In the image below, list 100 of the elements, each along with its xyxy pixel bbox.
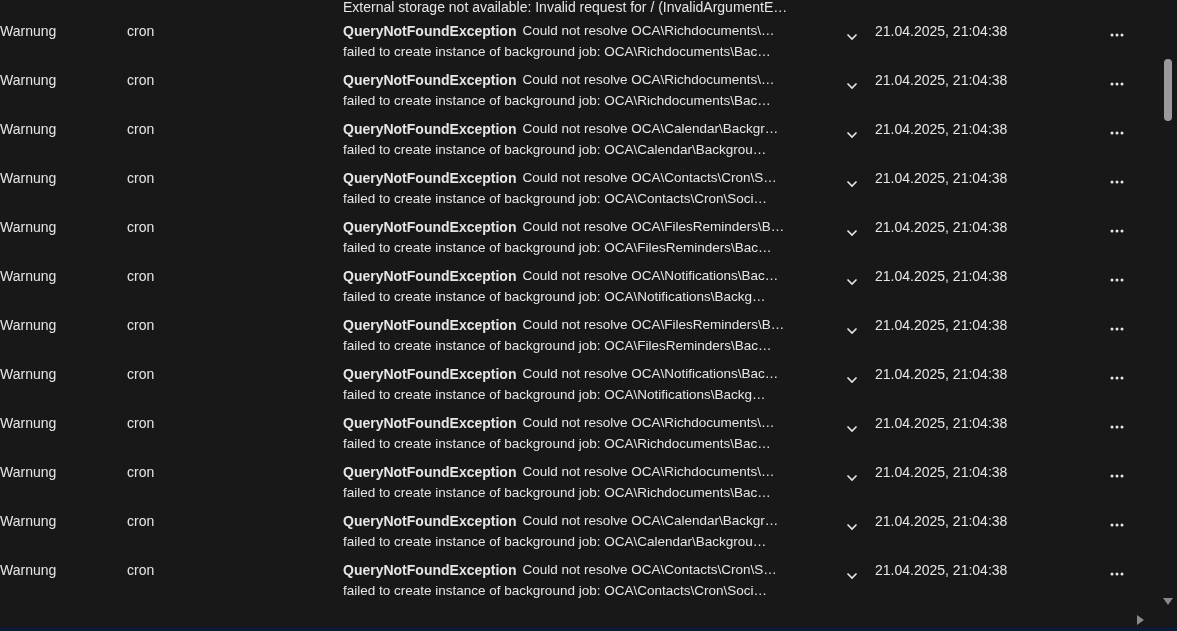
chevron-down-icon (846, 278, 858, 286)
log-message: Could not resolve OCA\Richdocuments\… (522, 463, 775, 481)
log-detail: failed to create instance of background job: OCA\Notifications\Backg… (343, 288, 767, 306)
log-app: cron (127, 22, 156, 41)
log-time: 21.04.2025, 21:04:38 (875, 316, 1009, 335)
log-app: cron (127, 218, 156, 237)
log-level: Warnung (0, 365, 58, 384)
chevron-down-icon (846, 523, 858, 531)
more-icon (1110, 572, 1124, 576)
log-message: Could not resolve OCA\Contacts\Cron\S… (522, 561, 777, 579)
more-icon (1110, 327, 1124, 331)
log-time: 21.04.2025, 21:04:38 (875, 218, 1009, 237)
log-app: cron (127, 463, 156, 482)
log-detail: failed to create instance of background job: OCA\Richdocuments\Bac… (343, 484, 772, 502)
chevron-down-icon (846, 425, 858, 433)
chevron-down-icon (846, 180, 858, 188)
exception-name: QueryNotFoundException (343, 316, 517, 335)
chevron-down-icon (846, 572, 858, 580)
exception-name: QueryNotFoundException (343, 169, 517, 188)
log-level: Warnung (0, 218, 58, 237)
log-time: 21.04.2025, 21:04:38 (875, 169, 1009, 188)
scrollbar-thumb[interactable] (1164, 59, 1172, 121)
log-time: 21.04.2025, 21:04:38 (875, 414, 1009, 433)
log-detail: failed to create instance of background job: OCA\Notifications\Backg… (343, 386, 767, 404)
log-level: Warnung (0, 169, 58, 188)
log-message: Could not resolve OCA\FilesReminders\B… (522, 218, 785, 236)
log-level: Warnung (0, 463, 58, 482)
log-message: Could not resolve OCA\Richdocuments\… (522, 414, 775, 432)
more-icon (1110, 131, 1124, 135)
log-level: Warnung (0, 561, 58, 580)
more-icon (1110, 82, 1124, 86)
scroll-down-icon[interactable] (1163, 598, 1173, 605)
log-level: Warnung (0, 316, 58, 335)
log-detail: failed to create instance of background job: OCA\Calendar\Backgrou… (343, 533, 768, 551)
log-time: 21.04.2025, 21:04:38 (875, 120, 1009, 139)
more-icon (1110, 474, 1124, 478)
log-app: cron (127, 414, 156, 433)
log-message: Could not resolve OCA\FilesReminders\B… (522, 316, 785, 334)
more-icon (1110, 425, 1124, 429)
chevron-down-icon (846, 131, 858, 139)
log-level: Warnung (0, 71, 58, 90)
log-detail: failed to create instance of background job: OCA\Richdocuments\Bac… (343, 92, 772, 110)
exception-name: QueryNotFoundException (343, 267, 517, 286)
more-icon (1110, 523, 1124, 527)
exception-name: QueryNotFoundException (343, 414, 517, 433)
log-detail: failed to create instance of background job: OCA\FilesReminders\Bac… (343, 337, 773, 355)
log-time: 21.04.2025, 21:04:38 (875, 365, 1009, 384)
log-detail: failed to create instance of background job: OCA\FilesReminders\Bac… (343, 239, 773, 257)
log-level: Warnung (0, 120, 58, 139)
log-message: Could not resolve OCA\Contacts\Cron\S… (522, 169, 777, 187)
log-message: Could not resolve OCA\Richdocuments\… (522, 71, 775, 89)
log-time: 21.04.2025, 21:04:38 (875, 463, 1009, 482)
log-app: cron (127, 512, 156, 531)
log-detail: failed to create instance of background job: OCA\Contacts\Cron\Soci… (343, 582, 768, 600)
exception-name: QueryNotFoundException (343, 463, 517, 482)
log-time: 21.04.2025, 21:04:38 (875, 267, 1009, 286)
more-icon (1110, 278, 1124, 282)
exception-name: QueryNotFoundException (343, 71, 517, 90)
more-icon (1110, 376, 1124, 380)
log-level: Warnung (0, 267, 58, 286)
log-message: Could not resolve OCA\Calendar\Backgr… (522, 512, 779, 530)
log-app: cron (127, 120, 156, 139)
log-message: Could not resolve OCA\Calendar\Backgr… (522, 120, 779, 138)
log-time: 21.04.2025, 21:04:38 (875, 22, 1009, 41)
more-icon (1110, 33, 1124, 37)
log-time: 21.04.2025, 21:04:38 (875, 71, 1009, 90)
exception-name: QueryNotFoundException (343, 22, 517, 41)
log-message: Could not resolve OCA\Notifications\Bac… (522, 267, 779, 285)
log-level: Warnung (0, 512, 58, 531)
exception-name: QueryNotFoundException (343, 561, 517, 580)
chevron-down-icon (846, 474, 858, 482)
log-message: Could not resolve OCA\Richdocuments\… (522, 22, 775, 40)
exception-name: QueryNotFoundException (343, 512, 517, 531)
log-app: cron (127, 71, 156, 90)
more-icon (1110, 180, 1124, 184)
log-app: cron (127, 561, 156, 580)
chevron-down-icon (846, 376, 858, 384)
log-detail: failed to create instance of background job: OCA\Richdocuments\Bac… (343, 435, 772, 453)
log-detail: failed to create instance of background job: OCA\Calendar\Backgrou… (343, 141, 768, 159)
exception-name: QueryNotFoundException (343, 218, 517, 237)
log-detail: External storage not available: Invalid request for / (InvalidArgumentE… (343, 0, 788, 17)
log-time: 21.04.2025, 21:04:38 (875, 512, 1009, 531)
log-level: Warnung (0, 414, 58, 433)
log-level: Warnung (0, 22, 58, 41)
log-time: 21.04.2025, 21:04:38 (875, 561, 1009, 580)
exception-name: QueryNotFoundException (343, 120, 517, 139)
log-app: cron (127, 316, 156, 335)
chevron-down-icon (846, 82, 858, 90)
log-app: cron (127, 267, 156, 286)
scroll-right-icon[interactable] (1137, 615, 1144, 625)
log-message: Could not resolve OCA\Notifications\Bac… (522, 365, 779, 383)
more-icon (1110, 229, 1124, 233)
log-detail: failed to create instance of background job: OCA\Richdocuments\Bac… (343, 43, 772, 61)
exception-name: QueryNotFoundException (343, 365, 517, 384)
log-app: cron (127, 365, 156, 384)
chevron-down-icon (846, 229, 858, 237)
log-app: cron (127, 169, 156, 188)
chevron-down-icon (846, 327, 858, 335)
log-detail: failed to create instance of background job: OCA\Contacts\Cron\Soci… (343, 190, 768, 208)
chevron-down-icon (846, 33, 858, 41)
